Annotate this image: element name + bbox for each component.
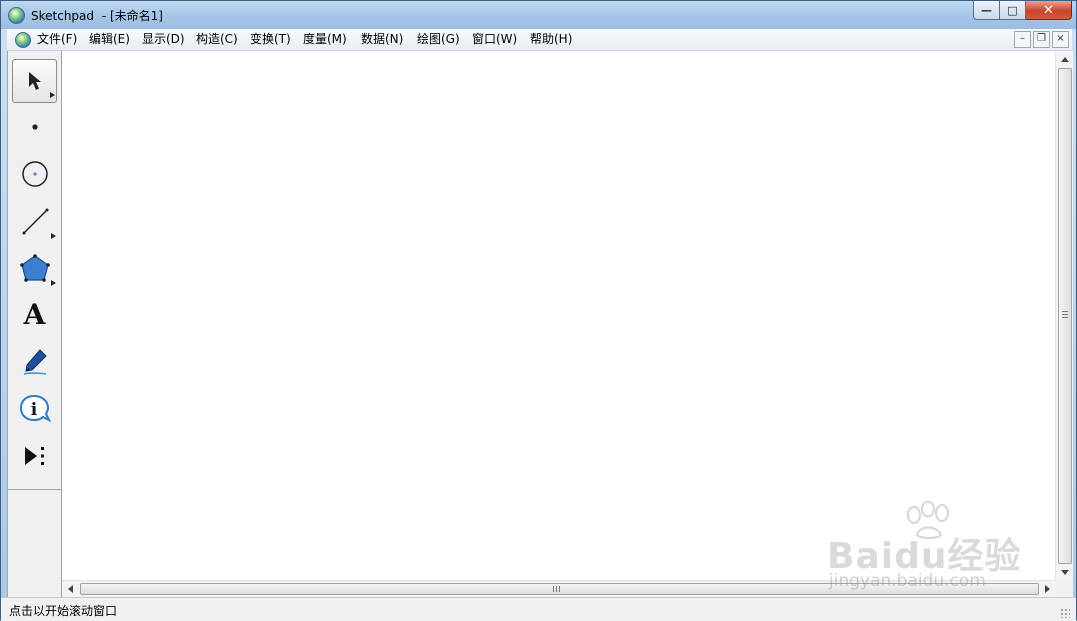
- resize-grip-icon[interactable]: [1060, 608, 1070, 618]
- close-icon: ×: [1056, 33, 1065, 44]
- polygon-tool[interactable]: [12, 246, 57, 290]
- grip-icon: [553, 586, 560, 592]
- information-tool[interactable]: i: [12, 387, 57, 431]
- menu-items: 文件(F) 编辑(E) 显示(D) 构造(C) 变换(T) 度量(M) 数据(N…: [37, 29, 587, 50]
- document-controls: – ❐ ×: [1014, 31, 1069, 48]
- menu-number[interactable]: 数据(N): [361, 29, 417, 50]
- horizontal-scroll-thumb[interactable]: [80, 583, 1039, 595]
- marker-tool[interactable]: [12, 340, 57, 384]
- menu-transform[interactable]: 变换(T): [250, 29, 303, 50]
- menu-edit[interactable]: 编辑(E): [89, 29, 142, 50]
- minimize-icon: —: [981, 3, 992, 17]
- text-a-icon: A: [23, 298, 46, 331]
- document-client-area: A i: [7, 51, 1073, 597]
- custom-tool[interactable]: [12, 434, 57, 478]
- scroll-up-icon[interactable]: [1061, 57, 1069, 62]
- svg-text:i: i: [30, 400, 37, 420]
- maximize-icon: □: [1007, 3, 1018, 17]
- close-icon: ✕: [1043, 2, 1054, 18]
- menu-construct[interactable]: 构造(C): [196, 29, 250, 50]
- vertical-scroll-thumb[interactable]: [1058, 68, 1072, 564]
- menu-bar: 文件(F) 编辑(E) 显示(D) 构造(C) 变换(T) 度量(M) 数据(N…: [7, 29, 1072, 51]
- menu-measure[interactable]: 度量(M): [303, 29, 361, 50]
- info-icon: i: [19, 394, 51, 423]
- straightedge-tool[interactable]: [12, 199, 57, 243]
- toolbox-separator: [8, 489, 61, 490]
- menu-graph[interactable]: 绘图(G): [417, 29, 472, 50]
- document-title: - [未命名1]: [98, 9, 163, 23]
- restore-icon: ❐: [1037, 33, 1046, 44]
- document-close-button[interactable]: ×: [1052, 31, 1069, 48]
- title-bar[interactable]: Sketchpad - [未命名1] — □ ✕: [1, 1, 1076, 29]
- grip-icon: [1062, 311, 1068, 320]
- scroll-left-icon[interactable]: [68, 585, 73, 593]
- submenu-arrow-icon: [50, 92, 55, 98]
- compass-tool[interactable]: [12, 152, 57, 196]
- toolbox: A i: [8, 51, 62, 597]
- custom-tools-icon: [24, 447, 44, 465]
- sketchpad-window: Sketchpad - [未命名1] — □ ✕ 文件(F) 编辑(E) 显示(…: [0, 0, 1077, 621]
- minimize-button[interactable]: —: [973, 1, 1000, 20]
- document-icon[interactable]: [15, 32, 31, 48]
- circle-icon: [21, 161, 48, 187]
- sketch-canvas[interactable]: [62, 51, 1056, 581]
- minimize-icon: –: [1020, 33, 1025, 44]
- window-controls: — □ ✕: [973, 1, 1072, 21]
- arrow-cursor-icon: [28, 72, 41, 90]
- scroll-down-icon[interactable]: [1061, 570, 1069, 575]
- vertical-scrollbar[interactable]: [1055, 51, 1073, 581]
- text-tool[interactable]: A: [12, 293, 57, 337]
- document-minimize-button[interactable]: –: [1014, 31, 1031, 48]
- status-text: 点击以开始滚动窗口: [9, 604, 118, 618]
- submenu-arrow-icon: [51, 280, 56, 286]
- app-name: Sketchpad: [31, 9, 95, 23]
- document-restore-button[interactable]: ❐: [1033, 31, 1050, 48]
- menu-file[interactable]: 文件(F): [37, 29, 89, 50]
- menu-help[interactable]: 帮助(H): [530, 29, 587, 50]
- arrow-select-tool[interactable]: [12, 59, 57, 103]
- point-icon: [31, 124, 38, 130]
- marker-pen-icon: [23, 349, 47, 375]
- scrollbar-corner: [1056, 581, 1073, 597]
- status-bar: 点击以开始滚动窗口: [1, 597, 1076, 621]
- maximize-button[interactable]: □: [1000, 1, 1026, 20]
- pentagon-icon: [19, 254, 50, 282]
- menu-display[interactable]: 显示(D): [142, 29, 196, 50]
- line-segment-icon: [22, 208, 48, 235]
- close-button[interactable]: ✕: [1026, 1, 1072, 20]
- submenu-arrow-icon: [51, 233, 56, 239]
- point-tool[interactable]: [12, 105, 57, 149]
- horizontal-scrollbar[interactable]: [62, 580, 1056, 597]
- scroll-right-icon[interactable]: [1045, 585, 1050, 593]
- sketchpad-app-icon[interactable]: [8, 7, 25, 24]
- window-title: Sketchpad - [未命名1]: [31, 7, 163, 24]
- menu-window[interactable]: 窗口(W): [472, 29, 530, 50]
